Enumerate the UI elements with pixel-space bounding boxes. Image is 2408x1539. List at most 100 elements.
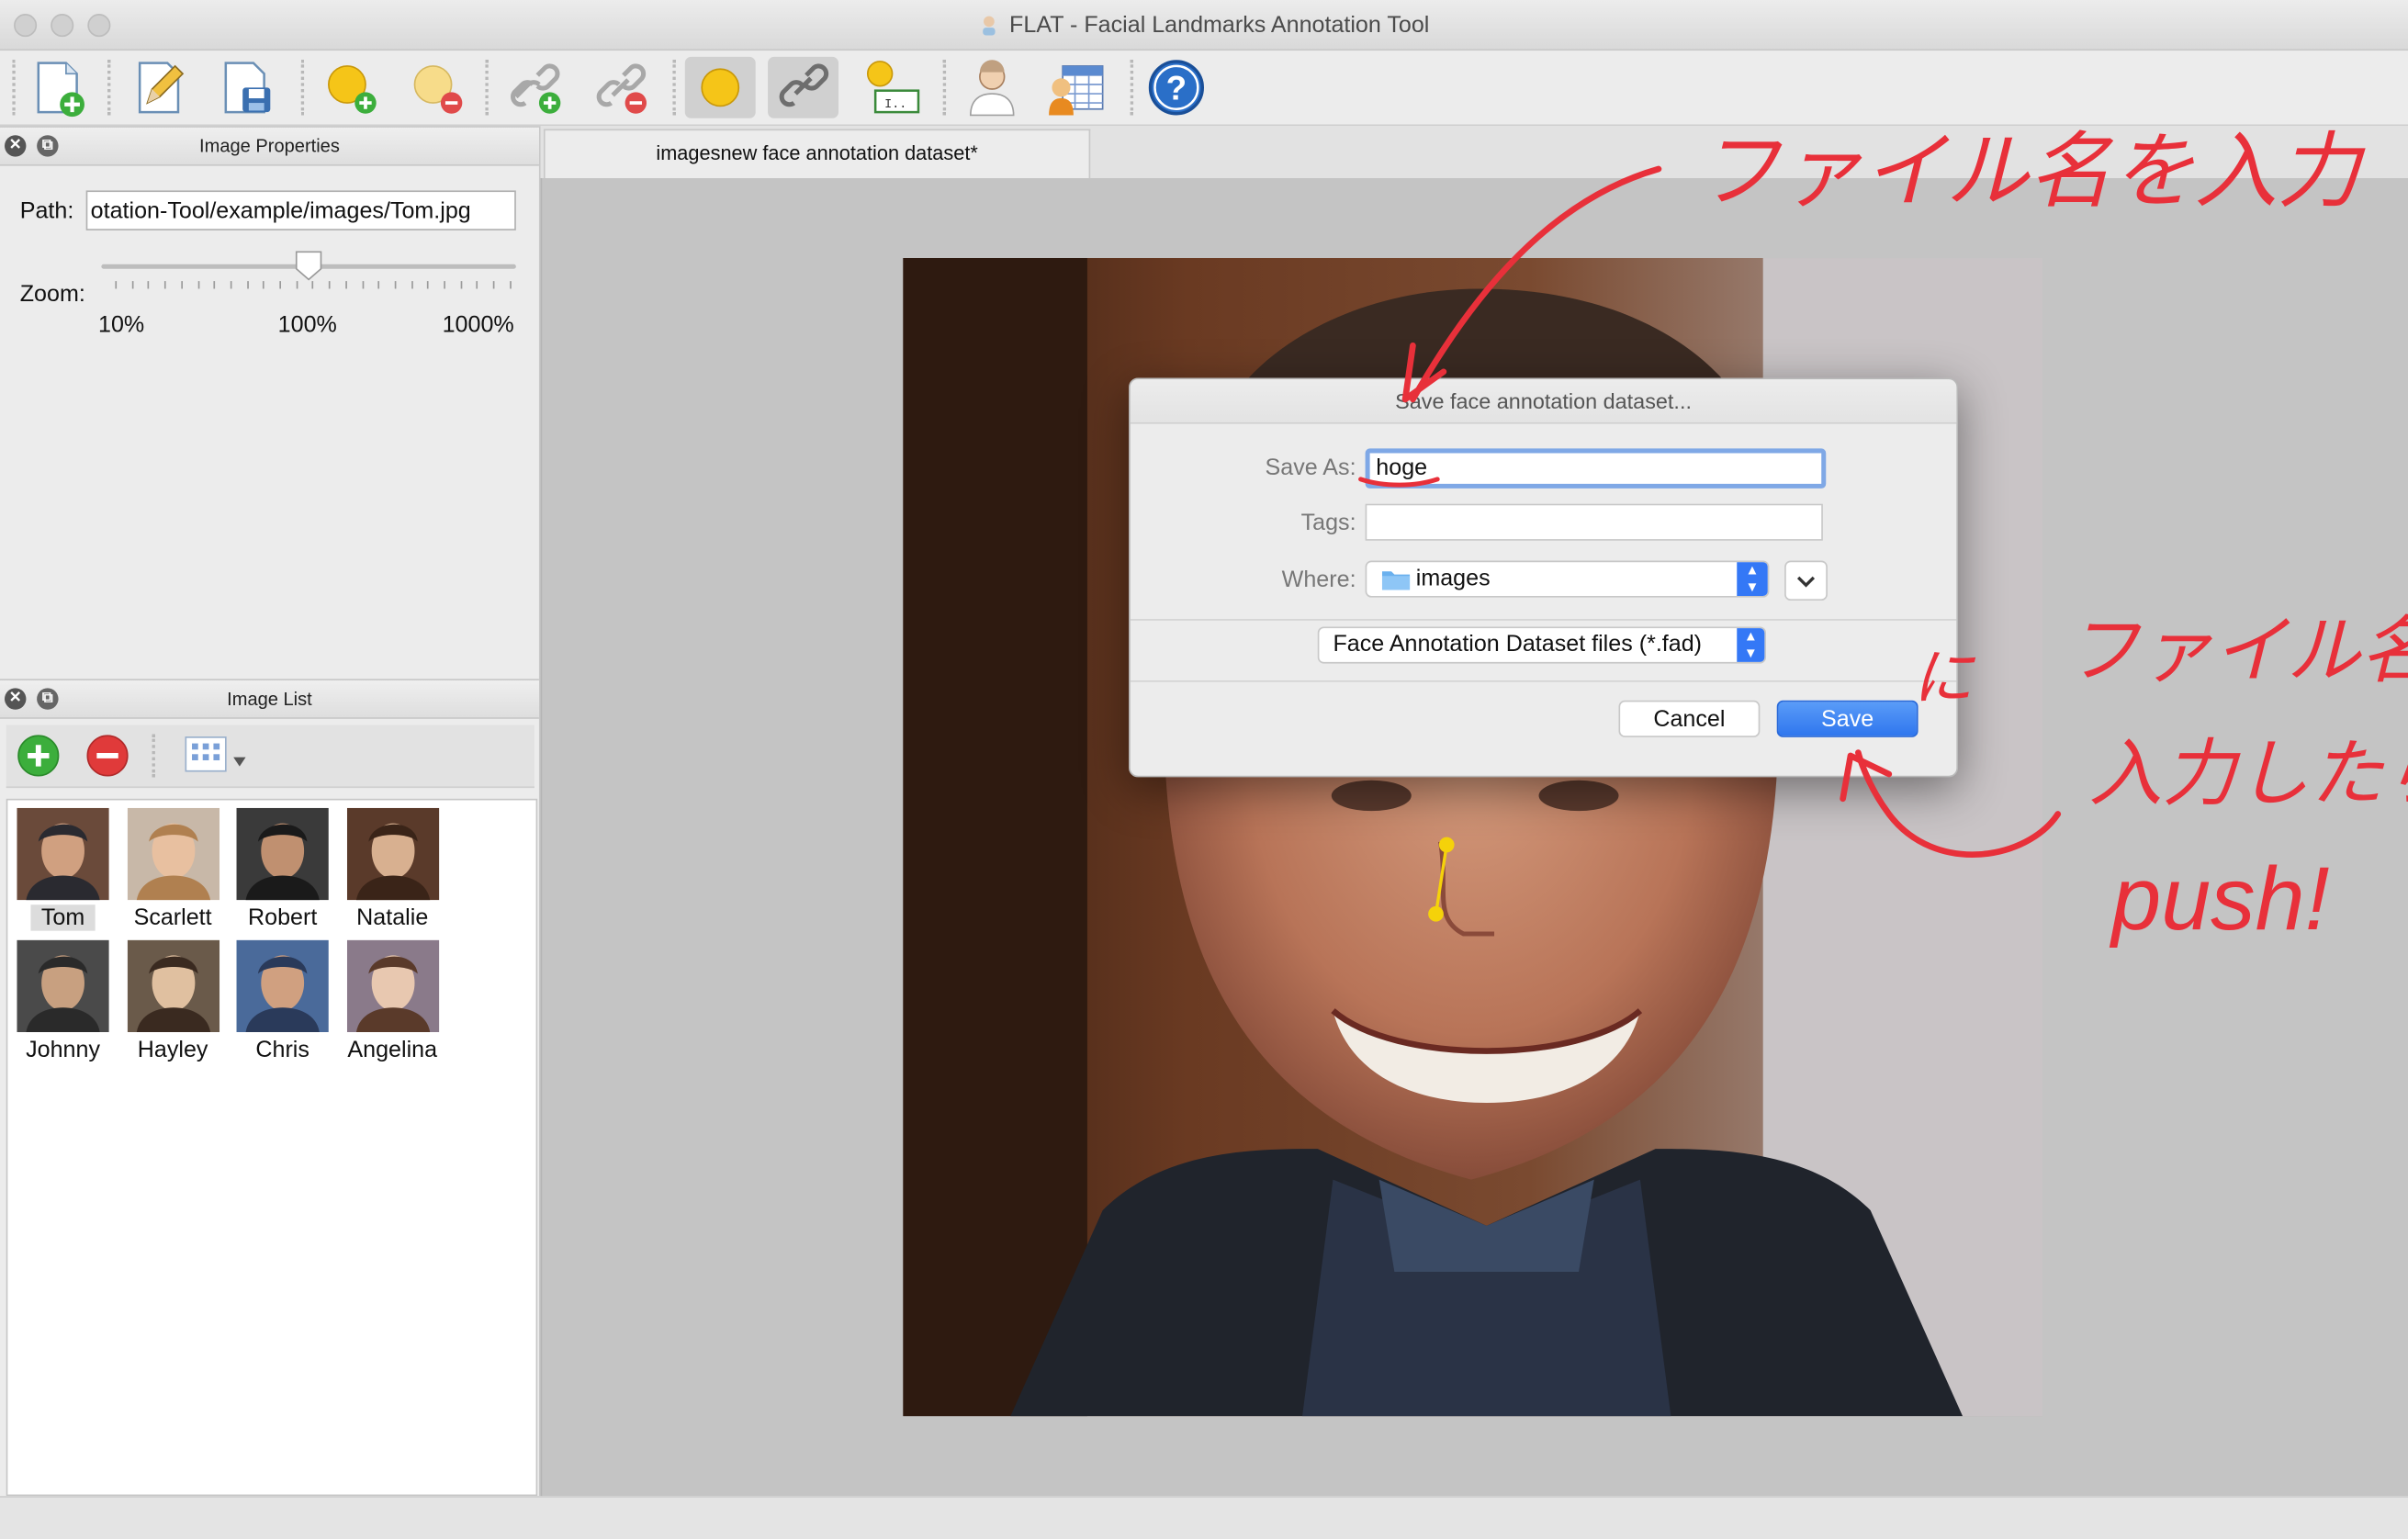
title-bar: FLAT - Facial Landmarks Annotation Tool [0,0,2408,51]
zoom-slider-handle[interactable] [295,251,322,281]
zoom-tick [115,281,118,289]
thumbnail-scarlett[interactable] [126,807,219,901]
zoom-tick [213,281,216,289]
image-list-header: ✕ ⧉ Image List [0,679,539,719]
thumbnail-natalie[interactable] [346,807,439,901]
zoom-tick [180,281,183,289]
dialog-title: Save face annotation dataset... [1130,379,1957,424]
add-link-icon[interactable] [503,57,565,118]
zoom-tick [444,281,445,289]
where-select[interactable]: images ▲ ▼ [1365,560,1770,598]
view-mode-icon[interactable] [183,733,251,779]
zoom-tick [312,281,314,289]
show-links-button[interactable] [768,56,839,118]
status-bar [0,1496,2408,1539]
float-panel-icon[interactable]: ⧉ [37,135,59,157]
thumbnail-angelina[interactable] [346,939,439,1033]
tab-dataset[interactable]: imagesnew face annotation dataset* [543,129,1091,180]
file-type-select[interactable]: Face Annotation Dataset files (*.fad) ▲ ▼ [1317,626,1767,664]
zoom-min-label: 10% [98,311,145,338]
zoom-tick [197,281,199,289]
remove-link-icon[interactable] [590,57,651,118]
main-toolbar: I.. ? [0,51,2408,127]
zoom-tick [329,281,331,289]
image-properties-header: ✕ ⧉ Image Properties [0,126,539,166]
file-type-value: Face Annotation Dataset files (*.fad) [1333,631,1703,657]
thumbnail-label[interactable]: Chris [227,1037,337,1062]
save-button[interactable]: Save [1776,700,1919,737]
landmark-link[interactable] [1434,844,1448,915]
thumbnail-tom[interactable] [17,807,109,901]
selected-thumbnail-label: Tom [30,904,96,931]
save-dialog: Save face annotation dataset... Save As:… [1129,377,1959,778]
thumbnail-chris[interactable] [236,939,329,1033]
svg-text:?: ? [1166,70,1187,107]
panel-title: Image Properties [199,135,340,157]
thumbnail-label[interactable]: Angelina [337,1037,447,1062]
thumbnail-label[interactable]: Tom [7,904,118,931]
zoom-tick [492,281,495,289]
thumbnail-label[interactable]: Hayley [118,1037,228,1062]
thumbnail-hayley[interactable] [126,939,219,1033]
face-fit-icon[interactable] [962,57,1023,118]
landmark-point[interactable] [1438,837,1455,853]
zoom-tick [411,281,413,289]
save-as-label: Save As: [1265,455,1356,481]
file-type-stepper[interactable]: ▲ ▼ [1737,628,1765,662]
help-icon[interactable]: ? [1145,57,1207,118]
zoom-tick [394,281,397,289]
save-dataset-icon[interactable] [215,57,276,118]
path-label: Path: [19,197,74,225]
zoom-label: Zoom: [19,281,85,308]
edit-dataset-icon[interactable] [129,57,190,118]
svg-text:I..: I.. [884,98,906,112]
landmark-point[interactable] [1428,905,1444,922]
thumbnail-label[interactable]: Johnny [7,1037,118,1062]
zoom-tick [148,281,150,289]
show-landmarks-button[interactable] [684,56,756,118]
window-title-container: FLAT - Facial Landmarks Annotation Tool [0,12,2408,39]
tags-input[interactable] [1365,503,1823,541]
thumbnail-label[interactable]: Scarlett [118,904,228,930]
tags-label: Tags: [1300,510,1356,536]
thumbnail-johnny[interactable] [17,939,109,1033]
thumbnail-label[interactable]: Robert [227,904,337,930]
show-landmarks-icon [701,68,740,107]
zoom-max-label: 1000% [442,311,514,338]
thumbnail-label[interactable]: Natalie [337,904,447,930]
image-list[interactable]: Tom Scarlett Robert Natalie Johnny Hayley Chri… [6,798,538,1497]
zoom-tick [509,281,512,289]
landmark-id-icon[interactable]: I.. [860,57,921,118]
close-panel-icon[interactable]: ✕ [5,688,27,710]
folder-icon [1381,571,1411,590]
zoom-tick [279,281,282,289]
new-dataset-icon[interactable] [28,57,89,118]
where-label: Where: [1281,567,1356,593]
expand-dialog-button[interactable] [1784,560,1828,601]
where-stepper[interactable]: ▲ ▼ [1737,562,1768,597]
zoom-tick [164,281,166,289]
chevron-down-icon [1796,576,1816,588]
zoom-tick [361,281,364,289]
show-links-icon [779,63,829,107]
add-image-icon[interactable] [16,733,62,779]
zoom-mid-label: 100% [277,311,337,338]
app-icon [983,16,996,36]
save-as-input[interactable]: hoge [1365,448,1827,489]
zoom-tick [344,281,347,289]
cancel-button[interactable]: Cancel [1618,700,1761,737]
zoom-tick [477,281,478,289]
add-landmark-icon[interactable] [320,57,381,118]
panel-title: Image List [227,688,312,710]
float-panel-icon[interactable]: ⧉ [37,688,59,710]
thumbnail-robert[interactable] [236,807,329,901]
zoom-tick [230,281,232,289]
path-input[interactable]: otation-Tool/example/images/Tom.jpg [85,190,516,230]
remove-image-icon[interactable] [84,733,130,779]
properties-grid-icon[interactable] [1044,57,1106,118]
where-value: images [1415,565,1491,591]
close-panel-icon[interactable]: ✕ [5,135,27,157]
zoom-tick [427,281,430,289]
image-list-toolbar [6,725,534,789]
remove-landmark-icon[interactable] [405,57,467,118]
